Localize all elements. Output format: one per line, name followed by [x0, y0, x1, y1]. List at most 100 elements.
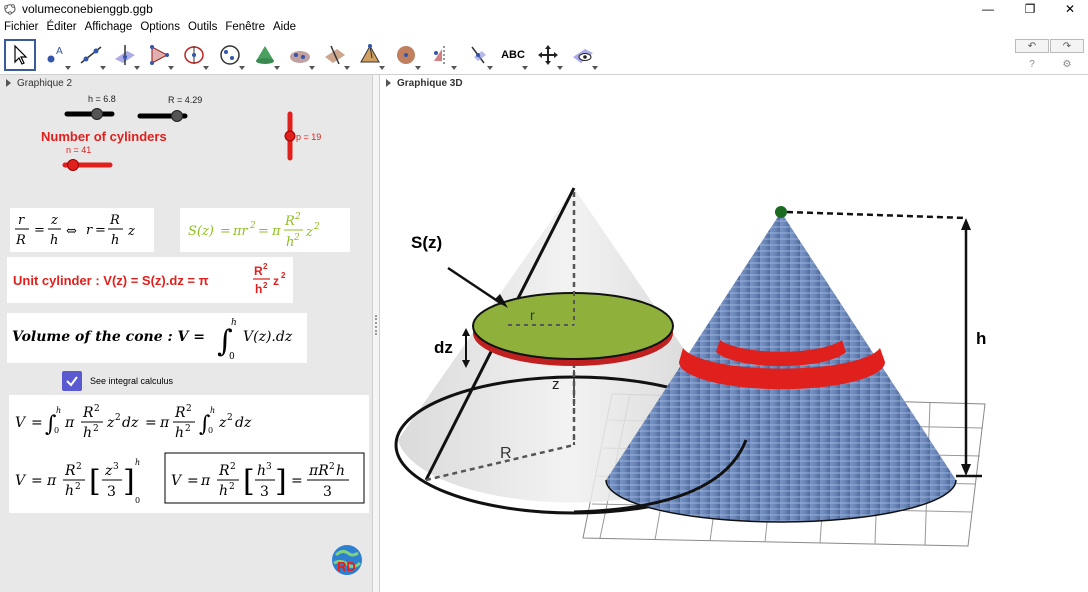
- slider-n[interactable]: [62, 158, 114, 172]
- close-button[interactable]: ✕: [1050, 0, 1088, 18]
- collapse-arrow-icon[interactable]: [6, 79, 11, 87]
- reflect-tool[interactable]: [426, 39, 458, 71]
- line-tool[interactable]: [75, 39, 107, 71]
- svg-text:0: 0: [208, 426, 213, 435]
- svg-text:h: h: [219, 483, 228, 499]
- eye-icon: [573, 49, 593, 63]
- menu-fichier[interactable]: Fichier: [4, 21, 39, 33]
- tetrahedron-tool[interactable]: [354, 39, 386, 71]
- svg-text:R: R: [218, 463, 230, 479]
- svg-text:=: =: [258, 224, 269, 239]
- reflect-icon: [434, 46, 445, 64]
- svg-text:=: =: [291, 473, 303, 489]
- volume-integrand: V(z).dz: [243, 329, 293, 345]
- svg-text:=: =: [31, 473, 43, 489]
- svg-text:R: R: [64, 463, 76, 479]
- slider-r-label: R = 4.29: [168, 95, 203, 105]
- view-tool[interactable]: [567, 39, 599, 71]
- svg-text:3: 3: [266, 462, 272, 472]
- svg-text:S(z): S(z): [188, 224, 214, 239]
- svg-text:2: 2: [94, 404, 100, 414]
- graphics-2-header[interactable]: Graphique 2: [0, 75, 372, 91]
- polygon-icon: [150, 45, 169, 65]
- formula-ratio: rR = zh ⇔ r = Rh z: [10, 208, 154, 252]
- svg-text:z: z: [305, 225, 313, 240]
- svg-text:R: R: [254, 264, 263, 278]
- integral-calculus-block: V = ∫h0 π R2 h2 z2 dz = π R2 h2 ∫h0 z2 dz…: [9, 395, 369, 513]
- svg-text:dz: dz: [235, 415, 252, 431]
- label-dz: dz: [434, 338, 453, 357]
- text-tool[interactable]: ABC: [497, 39, 529, 71]
- svg-text:r: r: [18, 213, 25, 228]
- restore-button[interactable]: ❐: [1010, 0, 1050, 18]
- label-h: h: [976, 329, 987, 348]
- menu-aide[interactable]: Aide: [273, 21, 296, 33]
- move-arrows-icon: [538, 45, 558, 65]
- integral-sign: ∫ h 0: [217, 318, 237, 361]
- svg-text:[: [: [243, 464, 255, 499]
- polygon-tool[interactable]: [143, 39, 175, 71]
- intersect-tool[interactable]: [284, 39, 316, 71]
- svg-text:2: 2: [186, 404, 192, 414]
- cylinders-heading: Number of cylinders: [41, 129, 167, 144]
- svg-text:=: =: [220, 224, 231, 239]
- graphics-2-view[interactable]: Graphique 2 h = 6.8 R = 4.29 p = 19 Numb…: [0, 75, 372, 592]
- menu-fenetre[interactable]: Fenêtre: [225, 21, 265, 33]
- svg-text:πr: πr: [232, 224, 249, 239]
- sphere-icon: [397, 46, 415, 64]
- slider-r[interactable]: [137, 109, 189, 123]
- graphics-3d-view[interactable]: Graphique 3D S(z) dz r z R h: [380, 75, 1088, 592]
- svg-text:=: =: [31, 415, 43, 431]
- pyramid-tool[interactable]: [249, 39, 281, 71]
- svg-text:π: π: [159, 415, 170, 431]
- move-tool[interactable]: [4, 39, 36, 71]
- svg-text:]: ]: [275, 464, 287, 499]
- splitter-grip[interactable]: [375, 315, 377, 335]
- slider-h[interactable]: [64, 107, 116, 121]
- svg-text:V: V: [15, 415, 27, 431]
- svg-text:h: h: [135, 458, 140, 467]
- svg-text:π: π: [46, 473, 57, 489]
- intersect-icon: [290, 51, 310, 63]
- svg-text:2: 2: [313, 222, 320, 232]
- svg-text:π: π: [271, 224, 281, 239]
- label-big-r: R: [500, 445, 512, 462]
- minimize-button[interactable]: —: [968, 0, 1008, 18]
- slider-h-label: h = 6.8: [88, 94, 116, 104]
- undo-button[interactable]: ↶: [1015, 39, 1049, 53]
- svg-text:=: =: [95, 223, 106, 238]
- move-graphics-tool[interactable]: [532, 39, 564, 71]
- plane-icon: [325, 45, 345, 65]
- svg-text:0: 0: [229, 352, 235, 361]
- svg-text:3: 3: [113, 462, 119, 472]
- sphere-tool[interactable]: [214, 39, 246, 71]
- slider-n-label: n = 41: [66, 145, 92, 155]
- svg-text:0: 0: [135, 496, 140, 505]
- settings-icon[interactable]: ⚙: [1060, 57, 1074, 71]
- menu-outils[interactable]: Outils: [188, 21, 217, 33]
- svg-text:z: z: [127, 224, 135, 239]
- svg-text:V: V: [171, 473, 183, 489]
- circle-tool[interactable]: [178, 39, 210, 71]
- label-r: r: [530, 307, 535, 323]
- sphere-solid-tool[interactable]: [390, 39, 422, 71]
- point-tool[interactable]: A: [40, 39, 72, 71]
- panel-splitter[interactable]: [372, 75, 380, 592]
- plane-tool[interactable]: [319, 39, 351, 71]
- label-z: z: [552, 376, 560, 393]
- formula-unit-cylinder: Unit cylinder : V(z) = S(z).dz = π R2 h2…: [7, 257, 293, 303]
- perpendicular-tool[interactable]: [109, 39, 141, 71]
- help-icon[interactable]: ?: [1025, 57, 1039, 71]
- point-icon: A: [47, 46, 63, 63]
- rotate-tool[interactable]: [462, 39, 494, 71]
- redo-button[interactable]: ↷: [1050, 39, 1084, 53]
- menu-affichage[interactable]: Affichage: [85, 21, 133, 33]
- menu-options[interactable]: Options: [140, 21, 180, 33]
- svg-text:z: z: [218, 415, 227, 431]
- menu-editer[interactable]: Éditer: [47, 21, 77, 33]
- svg-text:h: h: [56, 406, 61, 415]
- integral-checkbox[interactable]: [62, 371, 82, 391]
- svg-text:3: 3: [260, 484, 269, 500]
- line-icon: [80, 46, 102, 64]
- svg-text:3: 3: [323, 484, 332, 500]
